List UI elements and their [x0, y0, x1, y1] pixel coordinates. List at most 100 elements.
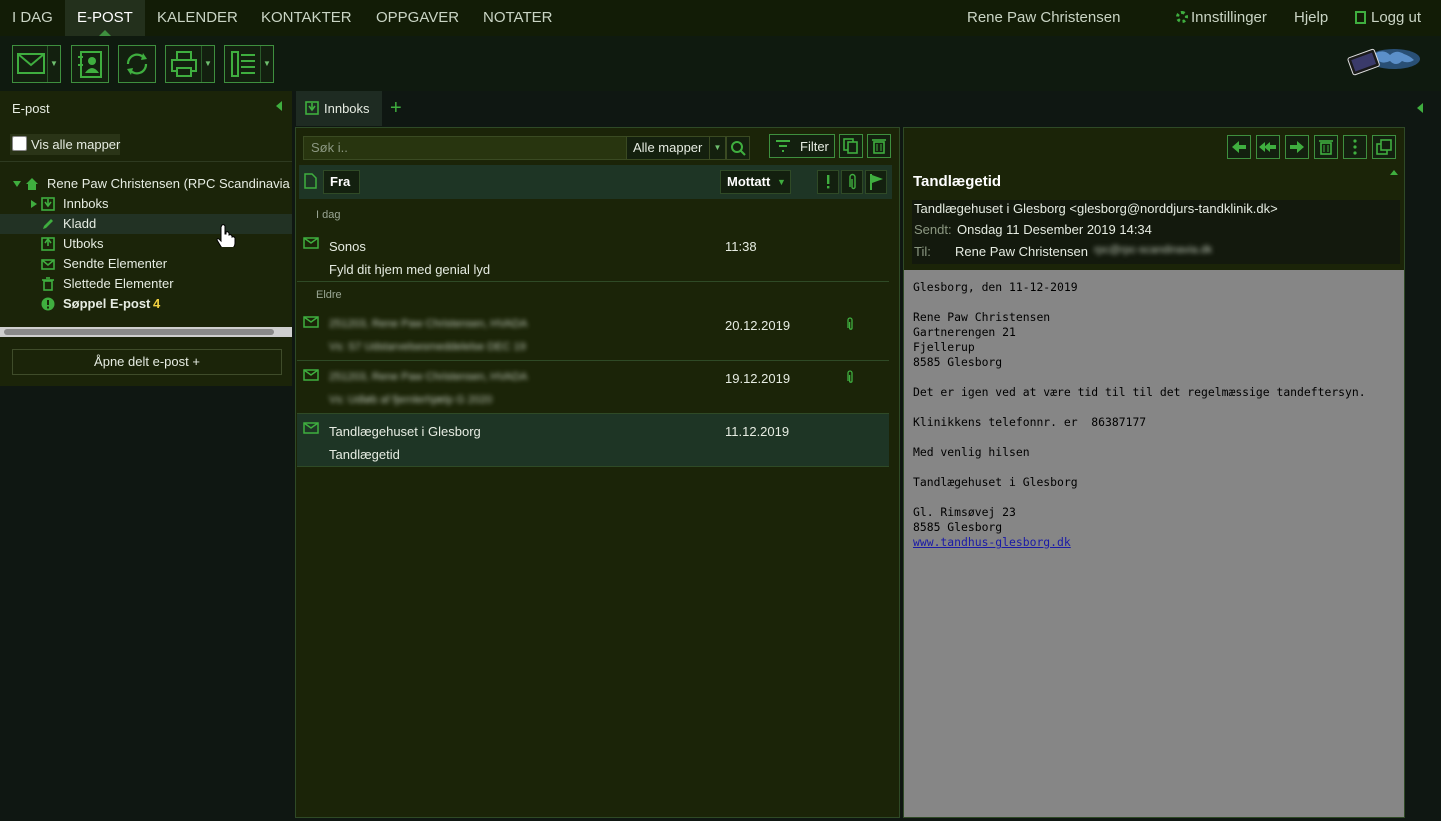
folder-inbox[interactable]: Innboks [0, 194, 292, 214]
view-layout-dropdown[interactable]: ▼ [260, 46, 273, 82]
search-icon [731, 141, 746, 156]
more-actions-button[interactable] [1343, 135, 1367, 159]
nav-tab-email[interactable]: E-POST [65, 0, 145, 36]
address-book-button[interactable] [71, 45, 109, 83]
body-line: Glesborg, den 11-12-2019 [913, 280, 1078, 294]
open-shared-mailbox-button[interactable]: Åpne delt e-post + [12, 349, 282, 375]
search-button[interactable] [726, 136, 750, 160]
nav-tab-notes[interactable]: NOTATER [471, 0, 564, 36]
search-scope-value: Alle mapper [633, 140, 703, 155]
reply-all-button[interactable] [1256, 135, 1280, 159]
folder-deleted[interactable]: Slettede Elementer [0, 274, 292, 294]
trash-icon [1319, 140, 1333, 155]
user-name: Rene Paw Christensen [967, 9, 1121, 26]
collapse-left-icon[interactable] [276, 101, 282, 111]
expand-icon[interactable] [31, 200, 37, 208]
document-icon[interactable] [303, 173, 317, 189]
logout-label: Logg ut [1371, 9, 1422, 26]
print-button[interactable]: ▼ [165, 45, 215, 83]
add-tab-button[interactable]: + [390, 97, 402, 120]
envelope-icon [303, 237, 319, 249]
column-attachment[interactable] [841, 170, 863, 194]
folder-label: Kladd [63, 216, 97, 231]
message-subject: Vs: S7 Udstarvelsesmeddelelse DEC 19 [329, 341, 526, 353]
column-from[interactable]: Fra [323, 170, 360, 194]
body-line: Fjellerup [913, 340, 975, 354]
message-row[interactable]: 251203, Rene Paw Christensen, HVADA Vs: … [297, 308, 889, 361]
nav-tab-contacts[interactable]: KONTAKTER [249, 0, 364, 36]
message-row[interactable]: Sonos Fyld dit hjem med genial lyd 11:38 [297, 229, 889, 282]
column-received[interactable]: Mottatt ▼ [720, 170, 791, 194]
folder-drafts[interactable]: Kladd [0, 214, 292, 234]
body-line: Rene Paw Christensen [913, 310, 1051, 324]
home-icon [26, 178, 38, 190]
message-row-selected[interactable]: Tandlægehuset i Glesborg Tandlægetid 11.… [297, 414, 889, 467]
horizontal-scrollbar[interactable] [0, 327, 292, 337]
expand-icon[interactable] [13, 181, 21, 187]
trash-icon [872, 139, 886, 154]
message-subject: Vs: Udløb af fjernlerhjælp G 2020 [329, 394, 493, 406]
new-mail-button[interactable]: ▼ [12, 45, 61, 83]
column-importance[interactable] [817, 170, 839, 194]
nav-tab-tasks[interactable]: OPPGAVER [364, 0, 471, 36]
logout-link[interactable]: Logg ut [1355, 0, 1421, 36]
refresh-button[interactable] [118, 45, 156, 83]
column-received-label: Mottatt [727, 174, 771, 189]
filter-button[interactable]: Filter [769, 134, 835, 158]
view-layout-button[interactable]: ▼ [224, 45, 274, 83]
sent-value: Onsdag 11 Desember 2019 14:34 [957, 222, 1152, 237]
delete-message-button[interactable] [1314, 135, 1338, 159]
new-mail-dropdown[interactable]: ▼ [47, 46, 60, 82]
search-scope-select[interactable]: Alle mapper ▼ [626, 136, 726, 160]
delete-button[interactable] [867, 134, 891, 158]
previous-button[interactable] [1227, 135, 1251, 159]
scrollbar-thumb[interactable] [4, 329, 274, 335]
message-date: 11:38 [725, 239, 757, 254]
main-toolbar: ▼ ▼ ▼ [0, 36, 1441, 91]
help-link[interactable]: Hjelp [1294, 0, 1328, 36]
nav-tab-today[interactable]: I DAG [0, 0, 65, 36]
body-line: 8585 Glesborg [913, 520, 1003, 534]
view-layout-icon [231, 51, 255, 77]
settings-link[interactable]: Innstillinger [1176, 0, 1267, 36]
folder-junk[interactable]: Søppel E-post 4 [0, 294, 292, 314]
message-subject: Tandlægetid [329, 447, 400, 462]
folder-sent[interactable]: Sendte Elementer [0, 254, 292, 274]
inbox-icon [305, 101, 319, 115]
reading-toolbar [904, 128, 1404, 164]
filter-label: Filter [800, 139, 829, 154]
show-all-folders[interactable]: Vis alle mapper [10, 134, 120, 155]
account-node[interactable]: Rene Paw Christensen (RPC Scandinavia [0, 174, 292, 194]
address-book-icon [78, 51, 102, 78]
flag-icon [870, 174, 883, 190]
folder-panel-title: E-post [12, 101, 50, 116]
envelope-icon [303, 369, 319, 381]
message-header: Tandlægetid Tandlægehuset i Glesborg <gl… [904, 164, 1404, 270]
collapse-right-icon[interactable] [1417, 103, 1423, 113]
collapse-header-icon[interactable] [1390, 170, 1398, 175]
folder-outbox[interactable]: Utboks [0, 234, 292, 254]
alert-icon [41, 297, 55, 311]
message-header-details: Tandlægehuset i Glesborg <glesborg@nordd… [912, 200, 1400, 264]
popout-button[interactable] [1372, 135, 1396, 159]
tab-inbox[interactable]: Innboks [296, 91, 382, 126]
website-link[interactable]: www.tandhus-glesborg.dk [913, 535, 1071, 549]
folder-label: Innboks [63, 196, 109, 211]
body-line: Tandlægehuset i Glesborg [913, 475, 1078, 489]
paperclip-icon [847, 370, 853, 383]
sent-label: Sendt: [914, 222, 952, 237]
column-flag[interactable] [865, 170, 887, 194]
message-row[interactable]: 251203, Rene Paw Christensen, HVADA Vs: … [297, 361, 889, 414]
print-dropdown[interactable]: ▼ [201, 46, 214, 82]
show-all-folders-checkbox[interactable] [12, 136, 27, 151]
sent-icon [41, 259, 55, 270]
next-button[interactable] [1285, 135, 1309, 159]
message-body: Glesborg, den 11-12-2019 Rene Paw Christ… [913, 280, 1366, 550]
message-date: 20.12.2019 [725, 318, 791, 333]
search-input[interactable]: Søk i.. [303, 136, 627, 160]
message-subject-heading: Tandlægetid [913, 173, 1002, 190]
trash-icon [42, 277, 54, 291]
nav-tab-calendar[interactable]: KALENDER [145, 0, 250, 36]
copy-button[interactable] [839, 134, 863, 158]
top-navigation: I DAG E-POST KALENDER KONTAKTER OPPGAVER… [0, 0, 1441, 36]
